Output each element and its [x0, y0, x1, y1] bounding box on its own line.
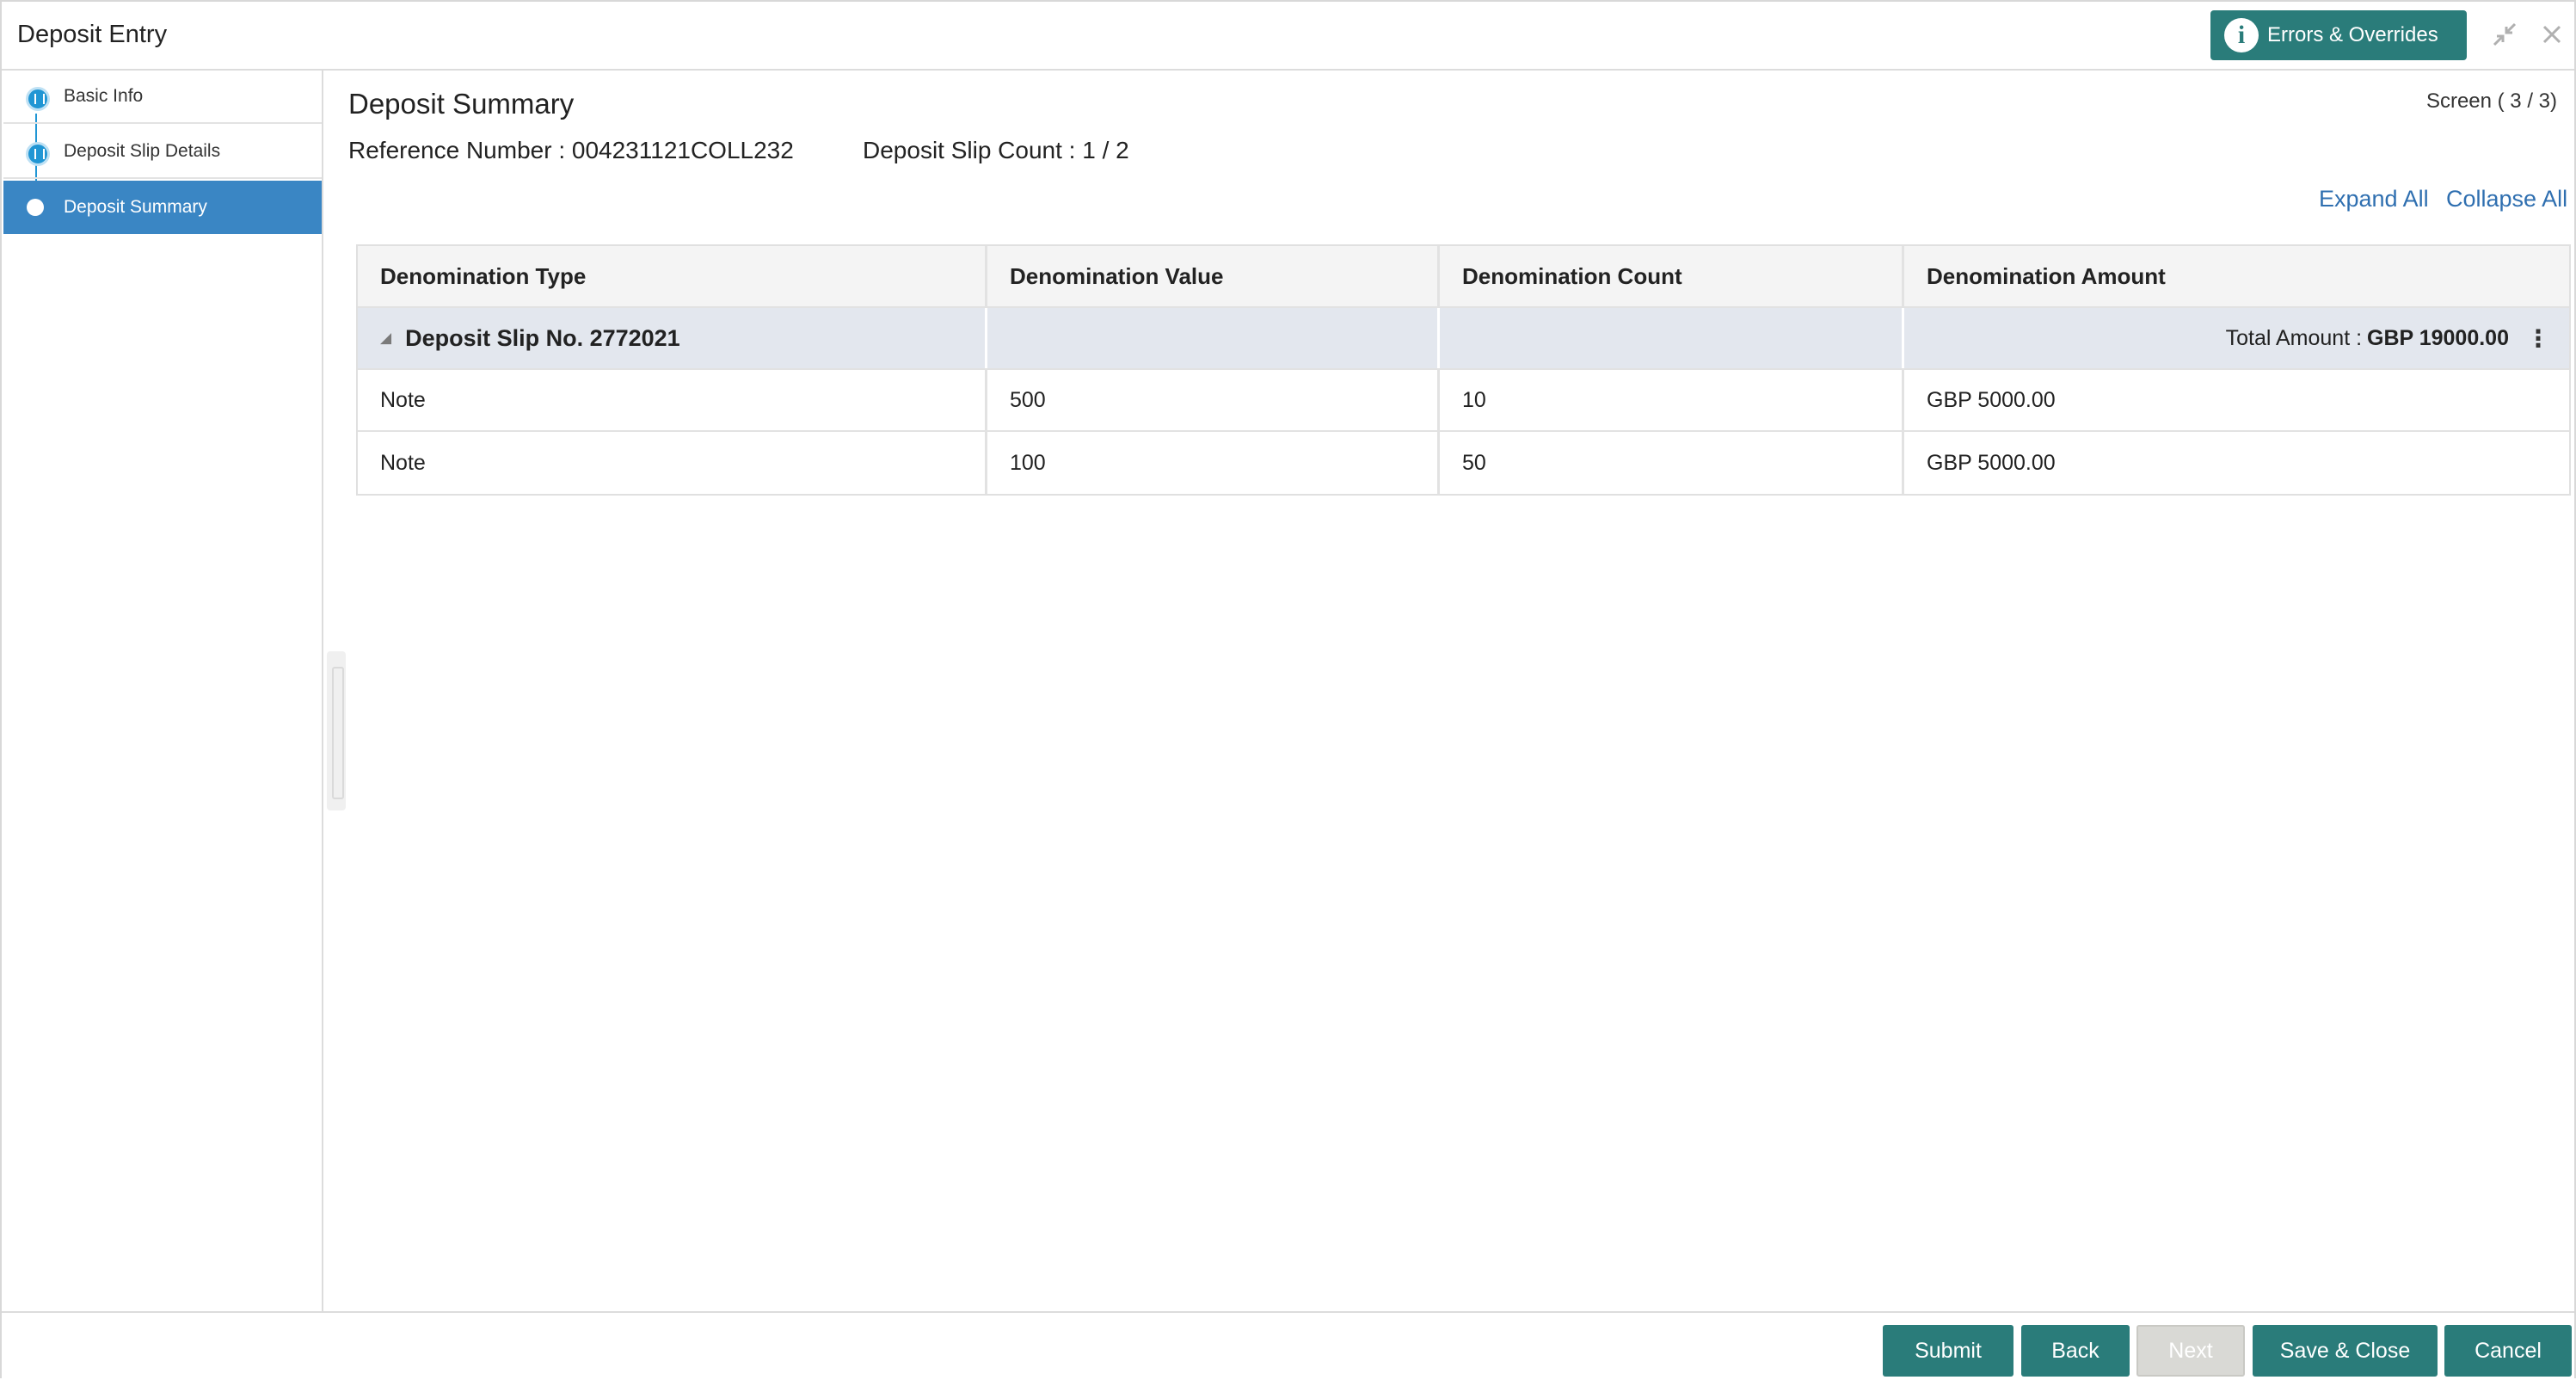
page-title: Deposit Summary — [348, 88, 575, 120]
column-header[interactable]: Denomination Type — [358, 246, 987, 306]
minimize-icon[interactable] — [2489, 19, 2520, 50]
sidebar-item-deposit-slip-details[interactable]: Deposit Slip Details — [3, 126, 322, 179]
more-options-icon[interactable]: ⋮ — [2526, 324, 2550, 353]
next-button: Next — [2136, 1325, 2245, 1377]
app-title: Deposit Entry — [17, 21, 168, 48]
table-row[interactable]: Note 500 10 GBP 5000.00 — [358, 370, 2569, 432]
column-header[interactable]: Denomination Amount — [1904, 246, 2569, 306]
sidebar-item-label: Deposit Slip Details — [64, 141, 221, 161]
table-cell: 500 — [987, 370, 1440, 430]
sidebar-item-label: Deposit Summary — [64, 197, 207, 217]
denomination-table: Denomination Type Denomination Value Den… — [356, 244, 2571, 496]
step-sidebar: Basic Info Deposit Slip Details Deposit … — [2, 71, 323, 1311]
sidebar-item-basic-info[interactable]: Basic Info — [3, 71, 322, 124]
column-header[interactable]: Denomination Value — [987, 246, 1440, 306]
group-cell — [987, 308, 1440, 368]
deposit-slip-group-row[interactable]: ◢ Deposit Slip No. 2772021 Total Amount … — [358, 308, 2569, 370]
group-cell: ◢ Deposit Slip No. 2772021 — [358, 308, 987, 368]
header-bar: Deposit Entry i Errors & Overrides — [2, 2, 2574, 71]
total-amount-value: GBP 19000.00 — [2367, 325, 2509, 350]
sidebar-item-label: Basic Info — [64, 86, 144, 106]
step-current-icon — [27, 199, 44, 216]
table-header-row: Denomination Type Denomination Value Den… — [358, 246, 2569, 308]
group-total-cell: Total Amount : GBP 19000.00 ⋮ — [1904, 308, 2569, 368]
sidebar-item-deposit-summary[interactable]: Deposit Summary — [3, 181, 322, 234]
submit-button[interactable]: Submit — [1883, 1325, 2013, 1377]
expand-all-link[interactable]: Expand All — [2319, 186, 2429, 213]
reference-number: Reference Number : 004231121COLL232 — [348, 137, 794, 163]
group-title: Deposit Slip No. 2772021 — [405, 324, 680, 351]
table-cell: Note — [358, 370, 987, 430]
collapse-all-link[interactable]: Collapse All — [2446, 186, 2567, 213]
screen-indicator: Screen ( 3 / 3) — [2425, 89, 2557, 113]
info-icon: i — [2224, 18, 2259, 52]
save-close-button[interactable]: Save & Close — [2253, 1325, 2438, 1377]
table-row[interactable]: Note 100 50 GBP 5000.00 — [358, 432, 2569, 494]
back-button[interactable]: Back — [2021, 1325, 2130, 1377]
collapse-triangle-icon[interactable]: ◢ — [380, 330, 391, 347]
column-header[interactable]: Denomination Count — [1440, 246, 1904, 306]
errors-overrides-label: Errors & Overrides — [2267, 23, 2438, 46]
sidebar-resize-handle[interactable] — [327, 651, 346, 810]
table-cell: 50 — [1440, 432, 1904, 494]
table-cell: 10 — [1440, 370, 1904, 430]
cancel-button[interactable]: Cancel — [2444, 1325, 2572, 1377]
deposit-slip-count: Deposit Slip Count : 1 / 2 — [863, 137, 1129, 163]
table-cell: GBP 5000.00 — [1927, 387, 2056, 412]
errors-overrides-button[interactable]: i Errors & Overrides — [2210, 10, 2467, 60]
step-visited-icon — [26, 142, 50, 166]
close-icon[interactable] — [2536, 19, 2567, 50]
table-cell: 100 — [987, 432, 1440, 494]
table-cell: GBP 5000.00 — [1927, 450, 2056, 475]
deposit-entry-window: Deposit Entry i Errors & Overrides Basic… — [0, 0, 2576, 1380]
total-amount-label: Total Amount : — [2225, 325, 2363, 350]
table-cell: Note — [358, 432, 987, 494]
footer-bar: Submit Back Next Save & Close Cancel — [2, 1311, 2574, 1380]
group-cell — [1440, 308, 1904, 368]
step-visited-icon — [26, 87, 50, 111]
